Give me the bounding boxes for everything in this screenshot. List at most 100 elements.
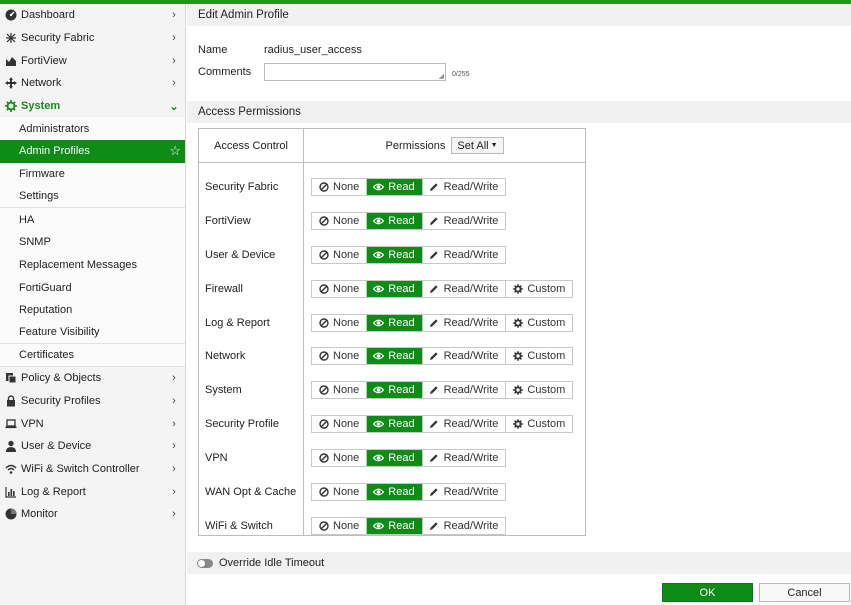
permission-button-label: Read: [388, 316, 415, 329]
permission-read-button[interactable]: Read: [367, 517, 423, 534]
permission-rw-button[interactable]: Read/Write: [422, 212, 506, 229]
permission-none-button[interactable]: None: [312, 246, 368, 263]
sidebar-item-user-device[interactable]: User & Device ›: [0, 435, 185, 458]
permission-none-button[interactable]: None: [312, 517, 368, 534]
chevron-right-icon: ›: [172, 463, 176, 476]
permission-rw-button[interactable]: Read/Write: [422, 450, 506, 467]
ban-icon: [318, 453, 329, 463]
sidebar-item-wifi-switch-controller[interactable]: WiFi & Switch Controller ›: [0, 458, 185, 481]
sidebar-subitem-fortiguard[interactable]: FortiGuard: [0, 276, 185, 299]
permission-read-button[interactable]: Read: [367, 348, 423, 365]
sidebar-subitem-reputation[interactable]: Reputation: [0, 298, 185, 322]
sidebar-item-log-report[interactable]: Log & Report ›: [0, 480, 185, 503]
policy-icon: [4, 371, 18, 385]
eye-icon: [373, 182, 385, 192]
sidebar-subitem-ha[interactable]: HA: [0, 208, 185, 231]
comments-field[interactable]: ◢: [264, 63, 446, 81]
ok-button[interactable]: OK: [662, 583, 753, 602]
sidebar-item-security-fabric[interactable]: Security Fabric ›: [0, 27, 185, 50]
permission-button-label: Read/Write: [443, 180, 499, 193]
permission-rw-button[interactable]: Read/Write: [422, 483, 506, 500]
star-icon[interactable]: ☆: [169, 143, 181, 159]
pencil-icon: [429, 487, 440, 497]
permission-button-label: Read: [388, 350, 415, 363]
permission-row: None Read Read/Write: [304, 509, 585, 543]
permission-rw-button[interactable]: Read/Write: [422, 314, 507, 331]
set-all-dropdown[interactable]: Set All ▼: [451, 137, 504, 154]
permission-read-button[interactable]: Read: [367, 212, 423, 229]
permission-read-button[interactable]: Read: [367, 246, 423, 263]
permission-none-button[interactable]: None: [312, 212, 368, 229]
override-idle-timeout-toggle[interactable]: [197, 558, 213, 568]
access-permissions-heading: Access Permissions: [187, 101, 851, 123]
sidebar-item-fortiview[interactable]: FortiView ›: [0, 49, 185, 72]
sidebar-item-network[interactable]: Network ›: [0, 72, 185, 95]
permission-none-button[interactable]: None: [312, 314, 368, 331]
fabric-icon: [4, 31, 18, 45]
sidebar-item-label: System: [21, 100, 61, 113]
chevron-right-icon: ›: [172, 372, 176, 385]
permission-button-label: Read/Write: [443, 519, 499, 532]
sidebar-item-monitor[interactable]: Monitor ›: [0, 503, 185, 526]
permission-button-group: None Read Read/Write Custom: [311, 313, 574, 332]
permission-button-label: Read/Write: [443, 350, 499, 363]
permissions-table-header: Access Control Permissions Set All ▼: [199, 129, 585, 163]
sidebar-item-security-profiles[interactable]: Security Profiles ›: [0, 390, 185, 413]
permission-rw-button[interactable]: Read/Write: [422, 517, 506, 534]
permission-none-button[interactable]: None: [312, 348, 368, 365]
permission-custom-button[interactable]: Custom: [506, 280, 573, 297]
resize-grip-icon[interactable]: ◢: [439, 73, 444, 80]
permission-read-button[interactable]: Read: [367, 483, 423, 500]
sidebar-subitem-certificates[interactable]: Certificates: [0, 344, 185, 367]
permission-none-button[interactable]: None: [312, 178, 368, 195]
cancel-button[interactable]: Cancel: [759, 583, 850, 602]
access-control-label: User & Device: [205, 248, 276, 261]
caret-down-icon: ▼: [490, 142, 498, 149]
permission-read-button[interactable]: Read: [367, 178, 423, 195]
permission-custom-button[interactable]: Custom: [506, 348, 573, 365]
permission-rw-button[interactable]: Read/Write: [422, 280, 507, 297]
chevron-right-icon: ›: [172, 32, 176, 45]
sidebar-subitem-admin-profiles[interactable]: Admin Profiles ☆: [0, 140, 185, 163]
permission-rw-button[interactable]: Read/Write: [422, 178, 506, 195]
ban-icon: [318, 250, 329, 260]
permission-custom-button[interactable]: Custom: [506, 314, 573, 331]
permission-rw-button[interactable]: Read/Write: [422, 348, 507, 365]
main-panel: Edit Admin Profile Name radius_user_acce…: [187, 4, 851, 605]
permission-read-button[interactable]: Read: [367, 382, 423, 399]
permission-button-label: Custom: [527, 418, 566, 431]
permission-none-button[interactable]: None: [312, 280, 368, 297]
permission-none-button[interactable]: None: [312, 416, 368, 433]
eye-icon: [373, 216, 385, 226]
permission-rw-button[interactable]: Read/Write: [422, 382, 507, 399]
permission-custom-button[interactable]: Custom: [506, 416, 573, 433]
permission-read-button[interactable]: Read: [367, 314, 423, 331]
permission-read-button[interactable]: Read: [367, 416, 423, 433]
gear-icon: [4, 99, 18, 113]
sidebar-subitem-settings[interactable]: Settings: [0, 185, 185, 209]
access-control-label: Security Fabric: [205, 180, 279, 193]
sidebar-item-vpn[interactable]: VPN ›: [0, 412, 185, 435]
sidebar-item-dashboard[interactable]: Dashboard ›: [0, 4, 185, 27]
sidebar-subitem-feature-visibility[interactable]: Feature Visibility: [0, 321, 185, 345]
sidebar-subitem-firmware[interactable]: Firmware: [0, 162, 185, 186]
permission-button-label: None: [333, 248, 360, 261]
permissions-table: Access Control Permissions Set All ▼ Sec…: [198, 128, 586, 536]
permission-none-button[interactable]: None: [312, 483, 368, 500]
permission-none-button[interactable]: None: [312, 382, 368, 399]
sidebar-subitem-administrators[interactable]: Administrators: [0, 117, 185, 141]
sidebar-item-system[interactable]: System ⌄: [0, 95, 185, 118]
sidebar-subitem-replacement-messages[interactable]: Replacement Messages: [0, 253, 185, 277]
permission-button-group: None Read Read/Write: [311, 449, 507, 468]
permission-read-button[interactable]: Read: [367, 450, 423, 467]
access-control-label: Security Profile: [205, 418, 279, 431]
permission-none-button[interactable]: None: [312, 450, 368, 467]
permission-rw-button[interactable]: Read/Write: [422, 246, 506, 263]
sidebar-subitem-snmp[interactable]: SNMP: [0, 230, 185, 254]
permission-read-button[interactable]: Read: [367, 280, 423, 297]
permission-button-label: Read: [388, 418, 415, 431]
sidebar-item-policy-objects[interactable]: Policy & Objects ›: [0, 367, 185, 390]
permission-custom-button[interactable]: Custom: [506, 382, 573, 399]
permission-rw-button[interactable]: Read/Write: [422, 416, 507, 433]
permission-button-label: Custom: [527, 316, 566, 329]
